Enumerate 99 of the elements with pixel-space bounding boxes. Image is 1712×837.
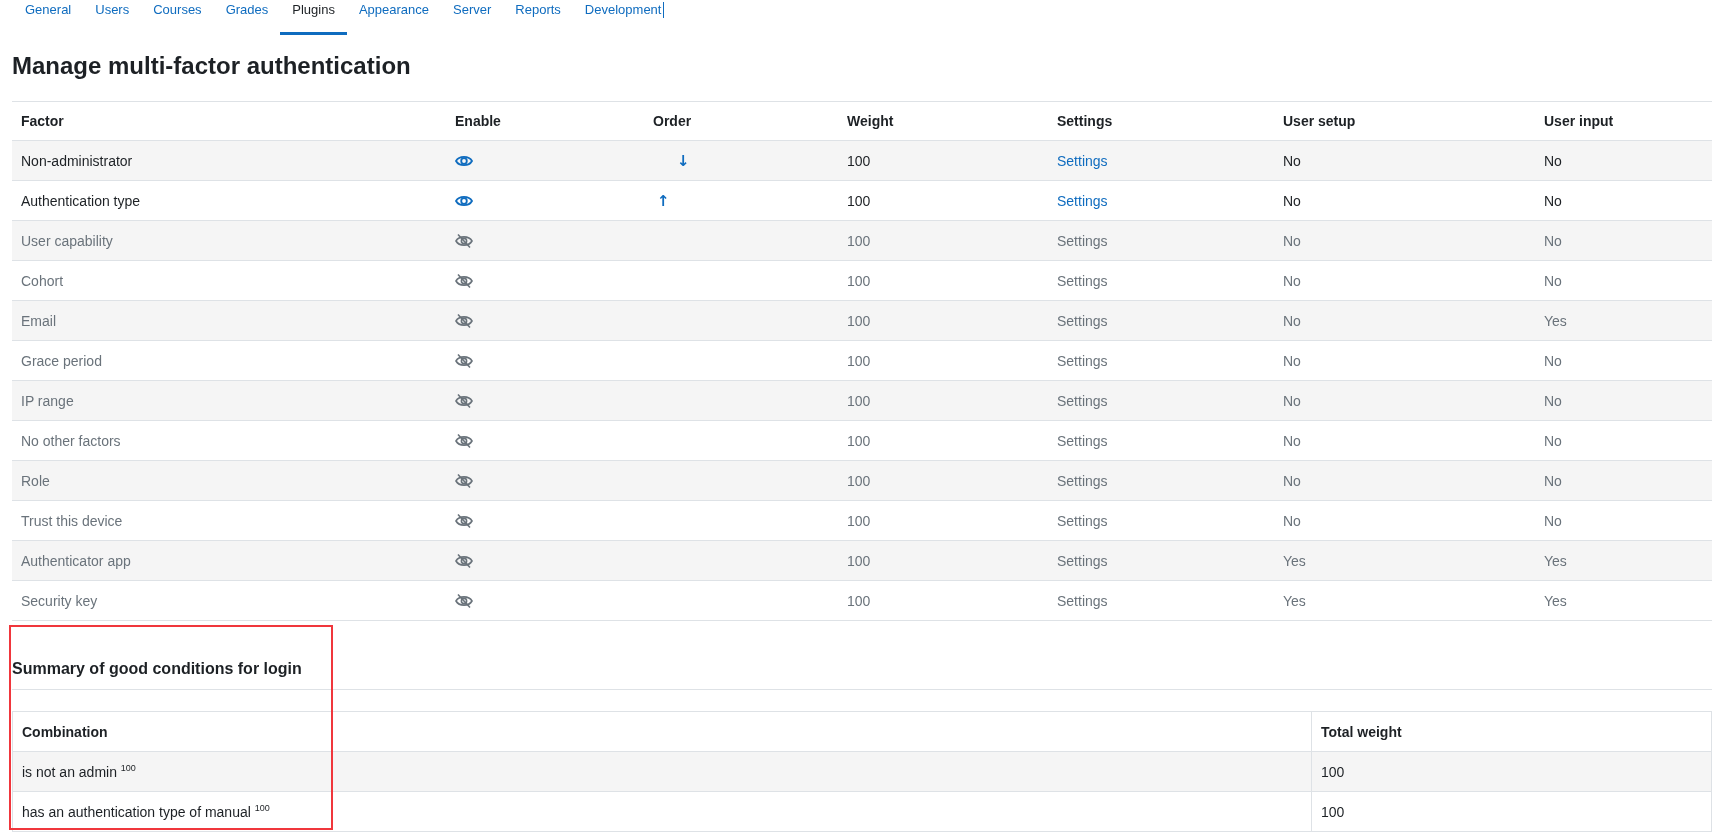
factor-name: Grace period	[21, 352, 102, 369]
column-header: Enable	[446, 101, 644, 141]
column-header: Order	[644, 101, 838, 141]
user-setup-value: No	[1283, 472, 1301, 489]
user-input-value: No	[1544, 392, 1562, 409]
column-header: Settings	[1048, 101, 1274, 141]
nav-tab[interactable]: Server	[441, 0, 504, 35]
weight-value: 100	[847, 392, 871, 409]
user-setup-value: No	[1283, 312, 1301, 329]
user-input-value: No	[1544, 512, 1562, 529]
settings-link[interactable]: Settings	[1057, 432, 1108, 449]
page-heading: Manage multi-factor authentication	[12, 51, 412, 81]
user-setup-value: Yes	[1283, 592, 1306, 609]
user-input-value: Yes	[1544, 552, 1567, 569]
nav-tab[interactable]: Appearance	[346, 0, 442, 35]
factor-name: User capability	[21, 232, 113, 249]
factor-name: IP range	[21, 392, 74, 409]
total-weight-value: 100	[1321, 803, 1345, 820]
factor-name: Trust this device	[21, 512, 123, 529]
weight-value: 100	[847, 312, 871, 329]
weight-value: 100	[847, 232, 871, 249]
eye-slash-icon[interactable]	[455, 232, 473, 249]
total-weight-value: 100	[1321, 763, 1345, 780]
user-setup-value: No	[1283, 232, 1301, 249]
eye-icon[interactable]	[455, 153, 473, 168]
factor-name: No other factors	[21, 432, 121, 449]
eye-icon[interactable]	[455, 193, 473, 208]
weight-value: 100	[847, 512, 871, 529]
column-header: Combination	[12, 711, 1312, 752]
factor-name: Email	[21, 312, 56, 329]
eye-slash-icon[interactable]	[455, 352, 473, 369]
user-setup-value: Yes	[1283, 552, 1306, 569]
user-input-value: No	[1544, 432, 1562, 449]
user-setup-value: No	[1283, 352, 1301, 369]
user-setup-value: No	[1283, 152, 1301, 169]
user-setup-value: No	[1283, 432, 1301, 449]
weight-value: 100	[847, 432, 871, 449]
nav-tab[interactable]: Plugins	[280, 0, 347, 35]
nav-tab[interactable]: Users	[83, 0, 142, 35]
settings-link[interactable]: Settings	[1057, 552, 1108, 569]
user-input-value: Yes	[1544, 312, 1567, 329]
settings-link[interactable]: Settings	[1057, 152, 1108, 169]
column-header: Weight	[838, 101, 1048, 141]
eye-slash-icon[interactable]	[455, 472, 473, 489]
combination-text: has an authentication type of manual $^{100}$	[22, 803, 270, 820]
section-heading: Summary of good conditions for login	[12, 659, 303, 679]
settings-link[interactable]: Settings	[1057, 472, 1108, 489]
user-input-value: Yes	[1544, 592, 1567, 609]
factor-name: Cohort	[21, 272, 64, 289]
user-setup-value: No	[1283, 272, 1301, 289]
factor-name: Authenticator app	[21, 552, 131, 569]
column-header: User setup	[1274, 101, 1535, 141]
eye-slash-icon[interactable]	[455, 552, 473, 569]
user-input-value: No	[1544, 272, 1562, 289]
nav-tab[interactable]: Reports	[503, 0, 573, 35]
settings-link[interactable]: Settings	[1057, 272, 1108, 289]
text-cursor	[663, 2, 665, 18]
settings-link[interactable]: Settings	[1057, 192, 1108, 209]
weight-value: 100	[847, 472, 871, 489]
settings-link[interactable]: Settings	[1057, 232, 1108, 249]
nav-tab[interactable]: General	[13, 0, 84, 35]
column-header: Total weight	[1311, 711, 1712, 752]
eye-slash-icon[interactable]	[455, 392, 473, 409]
eye-slash-icon[interactable]	[455, 512, 473, 529]
column-header: User input	[1535, 101, 1712, 141]
weight-value: 100	[847, 592, 871, 609]
move-arrow-icon[interactable]: ↑	[657, 191, 670, 210]
user-input-value: No	[1544, 232, 1562, 249]
settings-link[interactable]: Settings	[1057, 312, 1108, 329]
factor-name: Authentication type	[21, 192, 141, 209]
eye-slash-icon[interactable]	[455, 432, 473, 449]
settings-link[interactable]: Settings	[1057, 592, 1108, 609]
weight-value: 100	[847, 552, 871, 569]
factor-name: Non-administrator	[21, 152, 133, 169]
user-input-value: No	[1544, 152, 1562, 169]
weight-value: 100	[847, 352, 871, 369]
move-arrow-icon[interactable]: ↓	[677, 151, 690, 170]
user-setup-value: No	[1283, 392, 1301, 409]
factor-name: Security key	[21, 592, 98, 609]
nav-tab[interactable]: Development	[572, 0, 674, 35]
nav-tab[interactable]: Grades	[213, 0, 281, 35]
eye-slash-icon[interactable]	[455, 592, 473, 609]
weight-value: 100	[847, 272, 871, 289]
eye-slash-icon[interactable]	[455, 312, 473, 329]
eye-slash-icon[interactable]	[455, 272, 473, 289]
column-header: Factor	[12, 101, 446, 141]
settings-link[interactable]: Settings	[1057, 512, 1108, 529]
settings-link[interactable]: Settings	[1057, 392, 1108, 409]
user-input-value: No	[1544, 192, 1562, 209]
nav-tab[interactable]: Courses	[141, 0, 214, 35]
user-input-value: No	[1544, 472, 1562, 489]
user-setup-value: No	[1283, 192, 1301, 209]
weight-value: 100	[847, 152, 871, 169]
user-setup-value: No	[1283, 512, 1301, 529]
weight-value: 100	[847, 192, 871, 209]
user-input-value: No	[1544, 352, 1562, 369]
settings-link[interactable]: Settings	[1057, 352, 1108, 369]
factor-name: Role	[21, 472, 50, 489]
combination-text: is not an admin $^{100}$	[22, 763, 136, 780]
